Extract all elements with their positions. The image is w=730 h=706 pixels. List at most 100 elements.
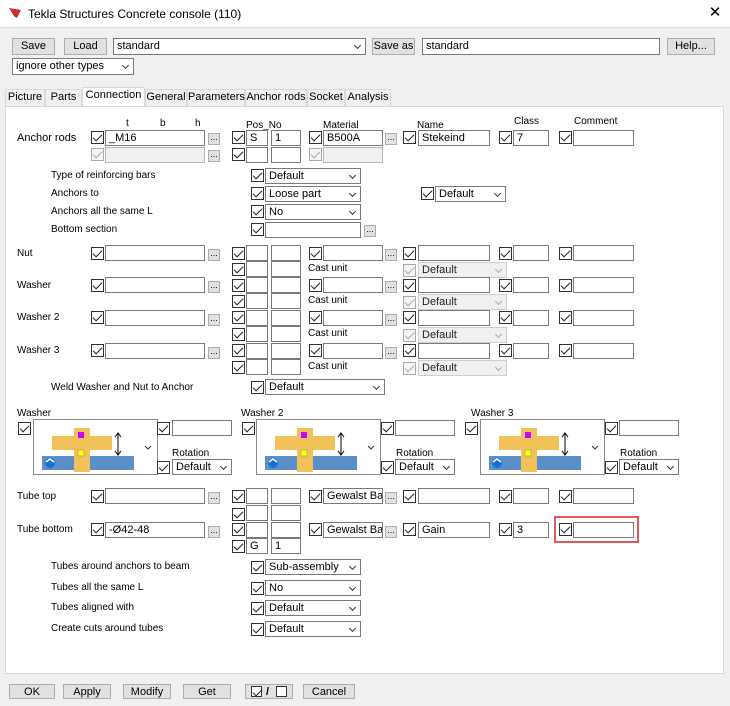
washer3-name-input[interactable] bbox=[418, 343, 490, 359]
washer3-shape-picker[interactable] bbox=[480, 419, 605, 475]
nut-pos2-checkbox[interactable] bbox=[232, 263, 245, 276]
anchor-profile-input[interactable]: _M16 bbox=[105, 130, 205, 146]
help-button[interactable]: Help... bbox=[667, 38, 715, 55]
tube-bottom-material-browse[interactable]: ... bbox=[385, 526, 397, 538]
washer3-pos-checkbox[interactable] bbox=[232, 344, 245, 357]
nut-profile-input[interactable] bbox=[105, 245, 205, 261]
washer-shape-picker[interactable] bbox=[33, 419, 158, 475]
anchor-class-input[interactable]: 7 bbox=[513, 130, 549, 146]
nut-pos2-prefix[interactable] bbox=[246, 261, 268, 277]
reinforcing-checkbox[interactable] bbox=[251, 169, 264, 182]
washer-rotation-select[interactable]: Default bbox=[172, 459, 232, 475]
washer-pic-checkbox[interactable] bbox=[18, 422, 31, 435]
anchor-name-checkbox[interactable] bbox=[403, 131, 416, 144]
tube-bottom-pos-checkbox[interactable] bbox=[232, 523, 245, 536]
tube-top-profile-browse[interactable]: ... bbox=[208, 492, 220, 504]
washer3-pos-start[interactable] bbox=[271, 343, 301, 359]
washer2-pos-checkbox[interactable] bbox=[232, 311, 245, 324]
nut-profile-browse[interactable]: ... bbox=[208, 249, 220, 261]
washer2-pic-checkbox[interactable] bbox=[242, 422, 255, 435]
washer-material-checkbox[interactable] bbox=[309, 279, 322, 292]
tube-top-pos-start[interactable] bbox=[271, 488, 301, 504]
washer2-class-input[interactable] bbox=[513, 310, 549, 326]
tab-general[interactable]: General bbox=[145, 89, 187, 106]
washer-name-checkbox[interactable] bbox=[403, 279, 416, 292]
tube-top-material-browse[interactable]: ... bbox=[385, 492, 397, 504]
tube-top-pos2-checkbox[interactable] bbox=[232, 508, 245, 521]
anchor-material-browse[interactable]: ... bbox=[385, 133, 397, 145]
filter-select[interactable]: ignore other types bbox=[12, 58, 134, 75]
tube-top-name-checkbox[interactable] bbox=[403, 490, 416, 503]
anchor-material-checkbox[interactable] bbox=[309, 131, 322, 144]
nut-name-input[interactable] bbox=[418, 245, 490, 261]
washer-pos2-start[interactable] bbox=[271, 293, 301, 309]
close-icon[interactable]: ✕ bbox=[706, 3, 724, 23]
washer2-name-checkbox[interactable] bbox=[403, 311, 416, 324]
washer2-pos2-checkbox[interactable] bbox=[232, 328, 245, 341]
bottom-section-checkbox[interactable] bbox=[251, 223, 264, 236]
tube-top-comment-input[interactable] bbox=[573, 488, 634, 504]
tube-top-name-input[interactable] bbox=[418, 488, 490, 504]
washer3-pos-prefix[interactable] bbox=[246, 343, 268, 359]
tube-top-pos2-start[interactable] bbox=[271, 505, 301, 521]
nut-comment-input[interactable] bbox=[573, 245, 634, 261]
anchor-class-checkbox[interactable] bbox=[499, 131, 512, 144]
anchors-to-select[interactable]: Loose part bbox=[265, 186, 361, 202]
washer3-rotation-select[interactable]: Default bbox=[619, 459, 679, 475]
washer-comment-input[interactable] bbox=[573, 277, 634, 293]
washer-class-input[interactable] bbox=[513, 277, 549, 293]
modify-button[interactable]: Modify bbox=[123, 684, 171, 699]
washer2-comment-checkbox[interactable] bbox=[559, 311, 572, 324]
save-as-button[interactable]: Save as bbox=[372, 38, 415, 55]
washer2-rotation-checkbox[interactable] bbox=[381, 461, 394, 474]
tubes-aligned-checkbox[interactable] bbox=[251, 602, 264, 615]
washer-comment-checkbox[interactable] bbox=[559, 279, 572, 292]
tube-bottom-pos2-prefix[interactable]: G bbox=[246, 538, 268, 554]
tube-bottom-material-input[interactable]: Gewalst Band bbox=[323, 522, 383, 538]
tube-bottom-pos-start[interactable] bbox=[271, 522, 301, 538]
tube-bottom-pos2-start[interactable]: 1 bbox=[271, 538, 301, 554]
washer2-material-browse[interactable]: ... bbox=[385, 314, 397, 326]
anchor-pos2-checkbox[interactable] bbox=[232, 148, 245, 161]
tube-top-class-checkbox[interactable] bbox=[499, 490, 512, 503]
washer2-pos2-prefix[interactable] bbox=[246, 326, 268, 342]
nut-pos-start[interactable] bbox=[271, 245, 301, 261]
same-l-select[interactable]: No bbox=[265, 204, 361, 220]
washer-class-checkbox[interactable] bbox=[499, 279, 512, 292]
tube-bottom-profile-input[interactable]: -Ø42-48 bbox=[105, 522, 205, 538]
washer2-pos-prefix[interactable] bbox=[246, 310, 268, 326]
washer-name-input[interactable] bbox=[418, 277, 490, 293]
washer2-shape-picker[interactable] bbox=[256, 419, 381, 475]
washer-pos2-prefix[interactable] bbox=[246, 293, 268, 309]
preset-select[interactable]: standard bbox=[113, 38, 366, 55]
washer2-pos2-start[interactable] bbox=[271, 326, 301, 342]
ok-button[interactable]: OK bbox=[9, 684, 55, 699]
washer3-profile-checkbox[interactable] bbox=[91, 344, 104, 357]
load-button[interactable]: Load bbox=[64, 38, 107, 55]
anchor-comment-input[interactable] bbox=[573, 130, 634, 146]
washer-pos-start[interactable] bbox=[271, 277, 301, 293]
washer-pic-value-checkbox[interactable] bbox=[157, 422, 170, 435]
anchor-pos2-start[interactable] bbox=[271, 147, 301, 163]
washer3-class-checkbox[interactable] bbox=[499, 344, 512, 357]
tube-bottom-name-input[interactable]: Gain bbox=[418, 522, 490, 538]
tubes-same-l-checkbox[interactable] bbox=[251, 582, 264, 595]
washer3-material-input[interactable] bbox=[323, 343, 383, 359]
same-l-checkbox[interactable] bbox=[251, 205, 264, 218]
nut-pos-prefix[interactable] bbox=[246, 245, 268, 261]
washer2-pic-value-checkbox[interactable] bbox=[381, 422, 394, 435]
bottom-section-input[interactable] bbox=[265, 222, 361, 238]
tubes-aligned-select[interactable]: Default bbox=[265, 600, 361, 616]
washer3-comment-checkbox[interactable] bbox=[559, 344, 572, 357]
washer-material-input[interactable] bbox=[323, 277, 383, 293]
tube-top-pos-prefix[interactable] bbox=[246, 488, 268, 504]
tube-top-material-input[interactable]: Gewalst Band bbox=[323, 488, 383, 504]
toggle-all-button[interactable]: / bbox=[245, 684, 293, 699]
anchor-pos-prefix[interactable]: S bbox=[246, 130, 268, 146]
nut-comment-checkbox[interactable] bbox=[559, 247, 572, 260]
anchor-pos2-prefix[interactable] bbox=[246, 147, 268, 163]
washer3-rotation-checkbox[interactable] bbox=[605, 461, 618, 474]
tab-socket[interactable]: Socket bbox=[307, 89, 345, 106]
tube-bottom-profile-browse[interactable]: ... bbox=[208, 526, 220, 538]
bottom-section-browse[interactable]: ... bbox=[364, 225, 376, 237]
